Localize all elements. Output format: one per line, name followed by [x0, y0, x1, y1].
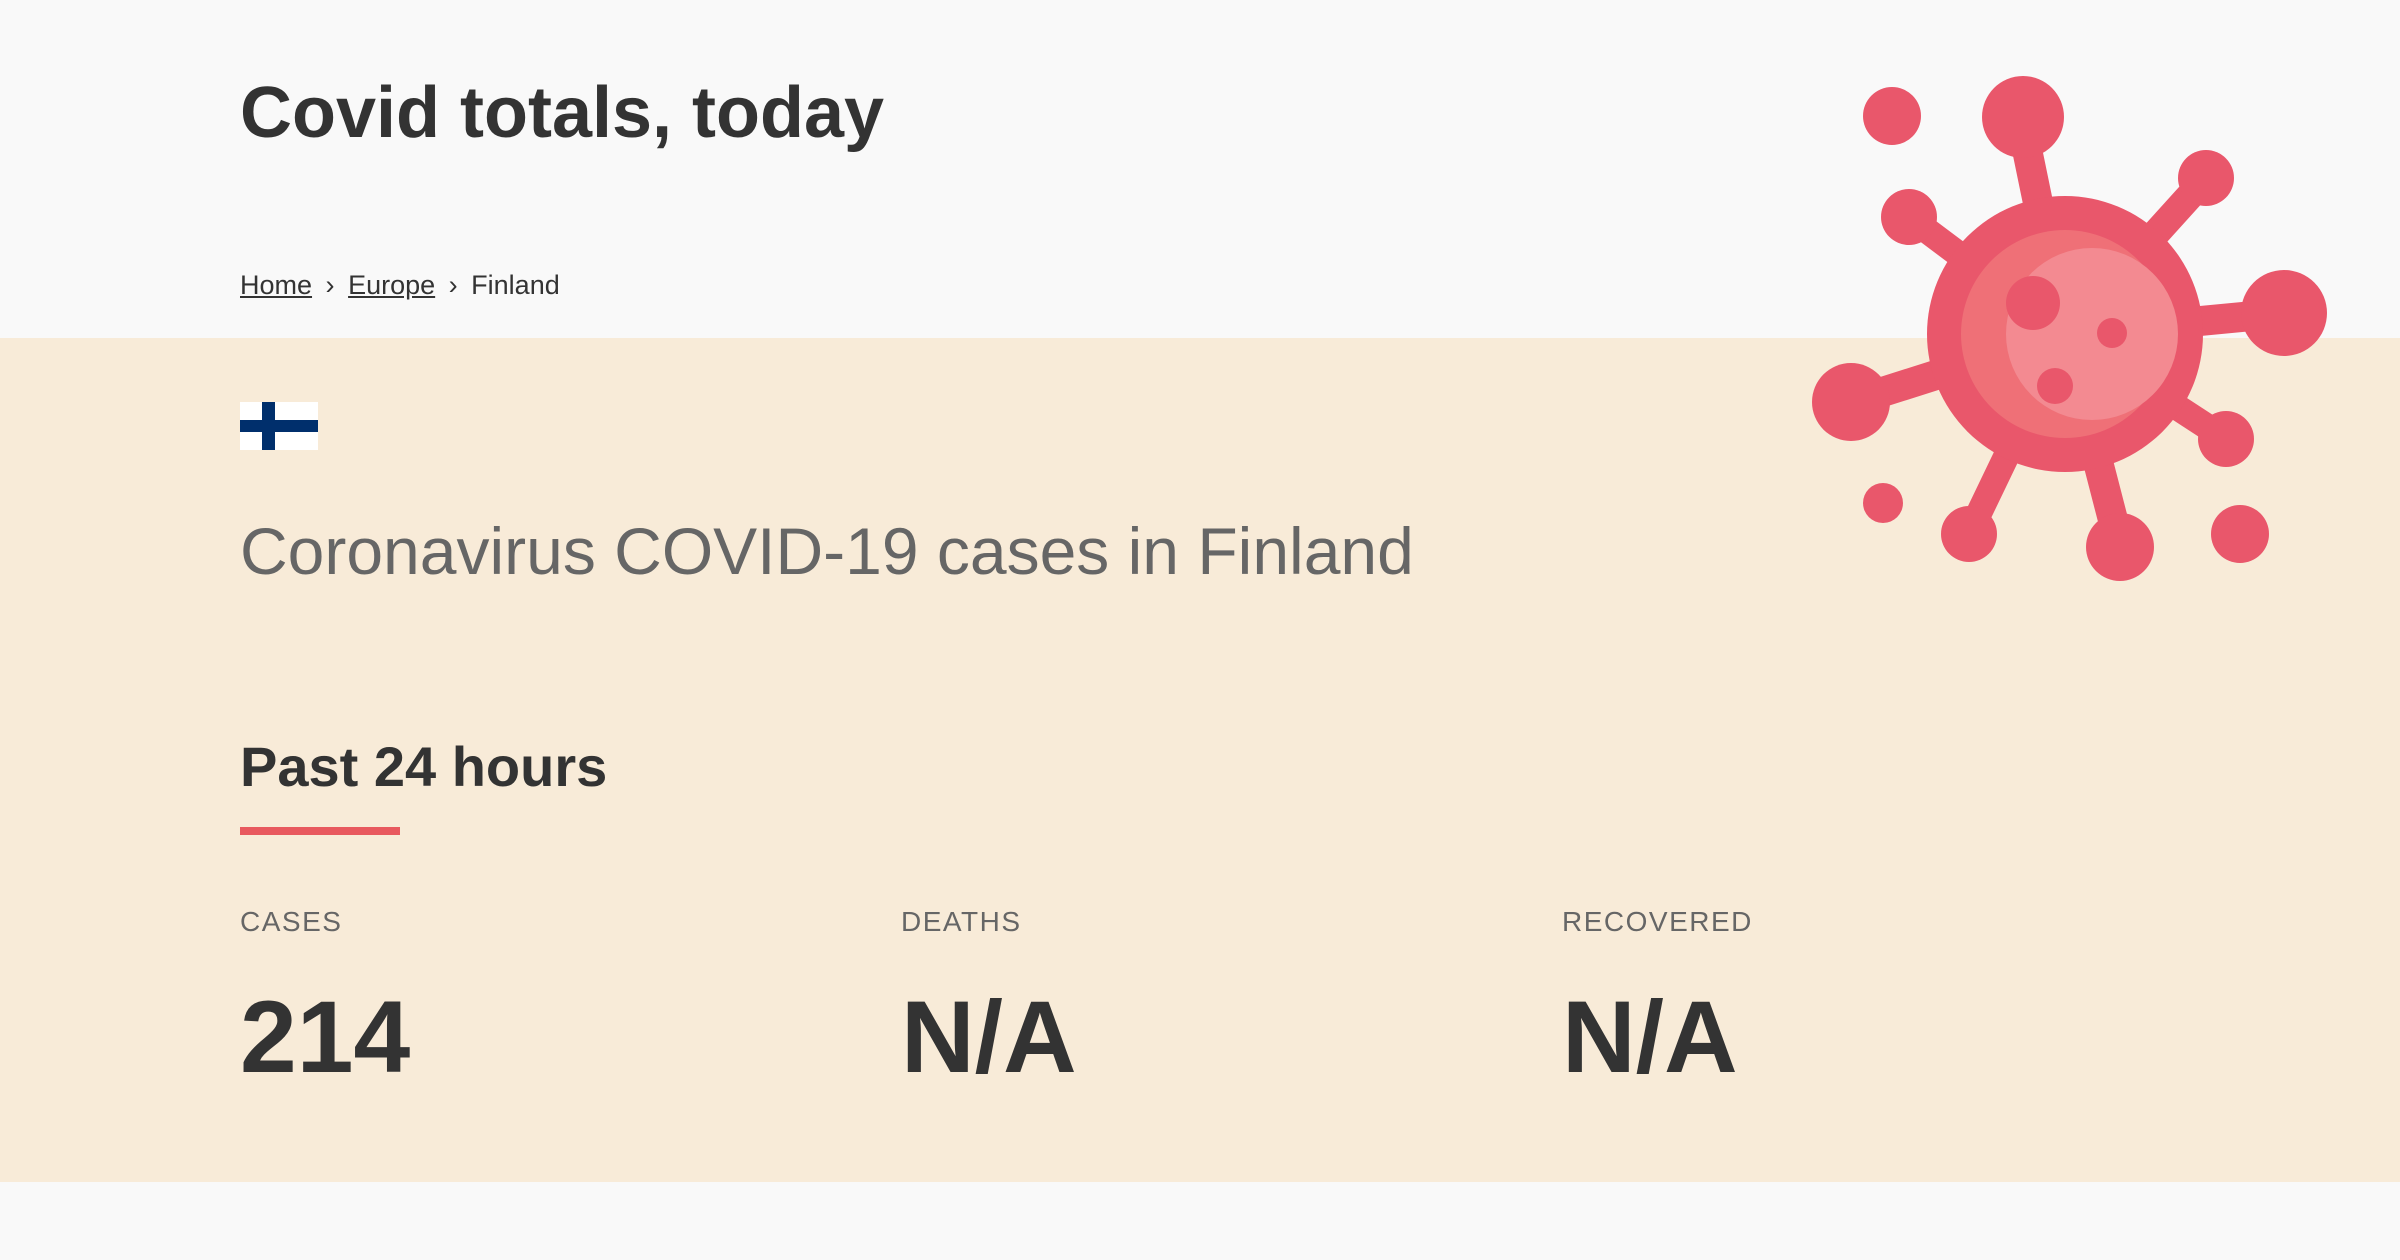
breadcrumb-europe-link[interactable]: Europe — [348, 270, 435, 300]
breadcrumb-separator: › — [448, 270, 458, 300]
stat-cases: CASES 214 — [240, 905, 800, 1093]
breadcrumb-current: Finland — [471, 270, 560, 300]
coronavirus-icon — [1812, 76, 2327, 581]
finland-flag-icon — [240, 402, 318, 450]
breadcrumb: Home › Europe › Finland — [240, 270, 560, 301]
section-title: Past 24 hours — [240, 735, 608, 798]
page: Covid totals, today Home › Europe › Finl… — [0, 0, 2400, 1260]
stat-cases-label: CASES — [240, 906, 343, 937]
stat-cases-value: 214 — [240, 979, 411, 1094]
site-title: Covid totals, today — [240, 73, 885, 153]
breadcrumb-separator: › — [325, 270, 335, 300]
country-title: Coronavirus COVID-19 cases in Finland — [240, 514, 1414, 588]
stat-recovered-value: N/A — [1562, 979, 1738, 1094]
section-accent-bar — [240, 827, 400, 835]
stat-recovered: RECOVERED N/A — [1562, 905, 2122, 1093]
breadcrumb-home-link[interactable]: Home — [240, 270, 312, 300]
stat-deaths-label: DEATHS — [901, 906, 1022, 937]
stat-recovered-label: RECOVERED — [1562, 906, 1753, 937]
stat-deaths: DEATHS N/A — [901, 905, 1461, 1093]
stat-deaths-value: N/A — [901, 979, 1077, 1094]
